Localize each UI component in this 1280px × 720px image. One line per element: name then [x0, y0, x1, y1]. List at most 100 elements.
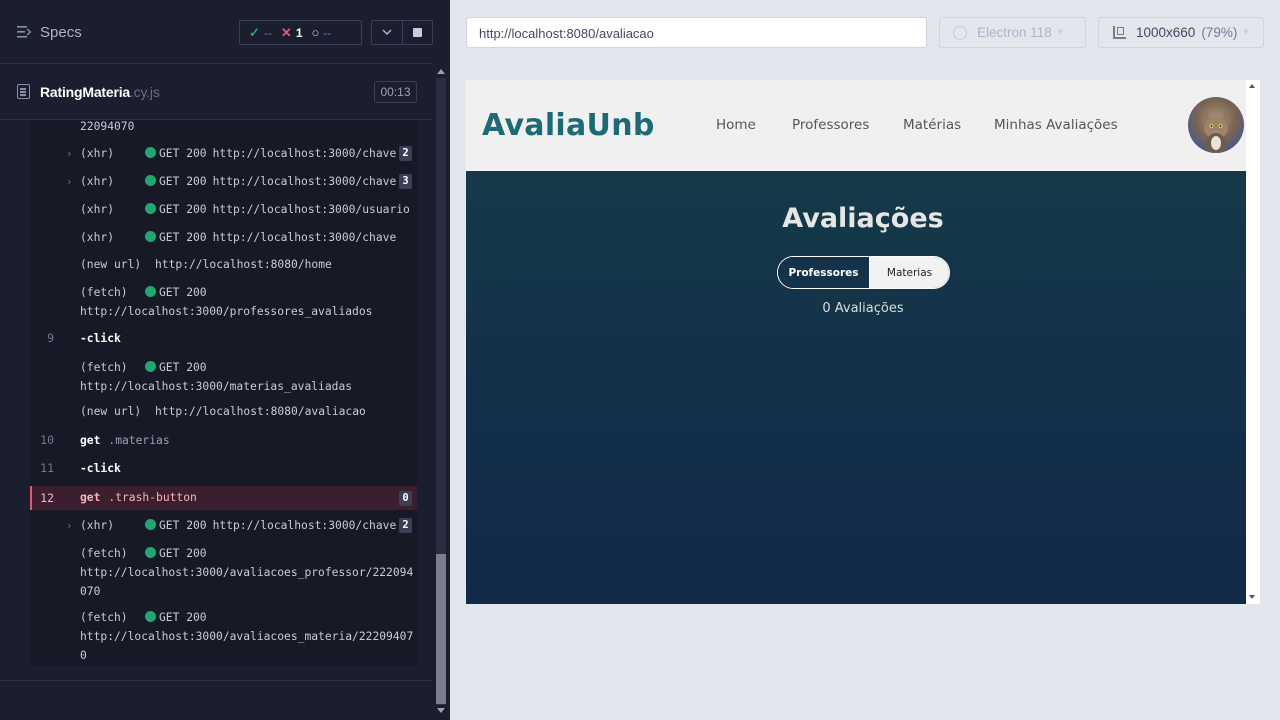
reporter-scrollbar[interactable]	[432, 64, 450, 720]
browser-selector[interactable]: Electron 118 ▾	[939, 17, 1086, 48]
command-selector: .trash-button	[108, 491, 197, 504]
command-selector: .materias	[108, 434, 170, 447]
status-dot-icon	[145, 547, 156, 558]
app-iframe: AvaliaUnb Home Professores Matérias Minh…	[466, 80, 1246, 604]
command-row[interactable]: 9 -click	[30, 329, 417, 348]
request-method: GET 200	[159, 175, 207, 188]
request-url: http://localhost:3000/chave	[212, 175, 397, 188]
chevron-down-icon: ▾	[1057, 27, 1063, 38]
log-row[interactable]: › (xhr) GET 200 http://localhost:3000/chave…	[30, 172, 417, 191]
request-status: GET 200	[145, 283, 207, 302]
scroll-down-arrow-icon[interactable]	[1249, 595, 1255, 599]
reporter-header: Specs ✓ -- ✕ 1 ○ --	[0, 0, 433, 64]
command-log-panel: Specs ✓ -- ✕ 1 ○ -- RatingMateria.cy.js …	[0, 0, 450, 720]
log-row[interactable]: (fetch) GET 200 http://localhost:3000/aval…	[30, 608, 417, 665]
expand-chevron-icon[interactable]: ›	[66, 516, 73, 535]
request-status: GET 200 http://localhost:3000/chave	[145, 144, 396, 163]
request-status: GET 200 http://localhost:3000/chave	[145, 516, 396, 535]
spec-duration: 00:13	[374, 81, 417, 103]
command-name-text: get	[80, 491, 101, 504]
failed-stat: ✕ 1	[281, 25, 303, 41]
passed-count: --	[263, 25, 272, 40]
avaliacoes-section: Avaliações Professores Materias 0 Avalia…	[466, 171, 1246, 604]
request-type: (fetch)	[80, 361, 128, 374]
log-row[interactable]: (xhr) GET 200 http://localhost:3000/usuari…	[30, 200, 417, 219]
check-icon: ✓	[249, 24, 260, 40]
log-row[interactable]: (fetch) GET 200 http://localhost:3000/aval…	[30, 544, 417, 601]
command-name-text: -click	[80, 462, 121, 475]
ruler-icon	[1113, 26, 1126, 39]
request-url: http://localhost:3000/chave	[212, 147, 397, 160]
viewport-zoom: (79%)	[1201, 25, 1238, 40]
reporter-footer	[0, 680, 432, 720]
log-row[interactable]: › (xhr) GET 200 http://localhost:3000/chave…	[30, 144, 417, 163]
request-status: GET 200	[145, 358, 207, 377]
status-dot-icon	[145, 611, 156, 622]
electron-icon	[953, 25, 967, 40]
command-row[interactable]: 12 get .trash-button 0	[30, 486, 417, 510]
log-row[interactable]: › (xhr) GET 200 http://localhost:3000/chave…	[30, 516, 417, 535]
run-controls	[371, 20, 433, 45]
request-type: (new url)	[80, 258, 142, 271]
command-name: -click	[80, 459, 121, 478]
stop-button[interactable]	[401, 21, 432, 44]
request-url: http://localhost:3000/avaliacoes_profess…	[80, 566, 414, 598]
log-row[interactable]: 22094070	[30, 120, 417, 136]
request-url: http://localhost:3000/professores_avalia…	[80, 305, 373, 318]
request-url: http://localhost:3000/usuario	[212, 203, 410, 216]
spec-header: RatingMateria.cy.js 00:13	[0, 65, 432, 120]
scroll-up-arrow-icon[interactable]	[1249, 84, 1255, 88]
collapse-button[interactable]	[372, 21, 402, 44]
professores-toggle-button[interactable]: Professores	[778, 257, 870, 288]
request-status: GET 200 http://localhost:3000/usuario	[145, 200, 410, 219]
nav-link-minhas-avaliacoes[interactable]: Minhas Avaliações	[994, 117, 1118, 133]
scroll-up-arrow-icon[interactable]	[437, 69, 445, 74]
brand-logo[interactable]: AvaliaUnb	[482, 108, 655, 143]
spec-file-name[interactable]: RatingMateria.cy.js	[40, 84, 160, 100]
x-icon: ✕	[280, 24, 292, 40]
log-row[interactable]: (fetch) GET 200 http://localhost:3000/mate…	[30, 358, 417, 396]
request-type: (fetch)	[80, 547, 128, 560]
command-name-text: -click	[80, 332, 121, 345]
log-row[interactable]: (fetch) GET 200 http://localhost:3000/prof…	[30, 283, 417, 321]
spec-extension: .cy.js	[129, 84, 160, 100]
iframe-scrollbar[interactable]	[1246, 80, 1260, 604]
browser-label: Electron 118	[977, 25, 1052, 40]
command-list: 22094070 › (xhr) GET 200 http://localhost:30…	[30, 120, 417, 666]
nav-link-materias[interactable]: Matérias	[903, 117, 961, 133]
nav-link-professores[interactable]: Professores	[792, 117, 869, 133]
log-row[interactable]: (xhr) GET 200 http://localhost:3000/chave	[30, 228, 417, 247]
nav-link-home[interactable]: Home	[716, 117, 756, 133]
materias-toggle-button[interactable]: Materias	[870, 257, 949, 288]
request-method: GET 200	[159, 147, 207, 160]
request-type: (xhr)	[80, 519, 115, 532]
scroll-down-arrow-icon[interactable]	[437, 708, 445, 713]
expand-chevron-icon[interactable]: ›	[66, 172, 73, 191]
specs-list-icon[interactable]	[17, 26, 31, 38]
request-status: GET 200	[145, 608, 207, 627]
pending-icon: ○	[311, 25, 320, 40]
request-type: (xhr)	[80, 175, 115, 188]
request-method: GET 200	[159, 519, 207, 532]
status-dot-icon	[145, 231, 156, 242]
request-status: GET 200 http://localhost:3000/chave	[145, 172, 396, 191]
request-type: (new url)	[80, 405, 142, 418]
request-method: GET 200	[159, 286, 207, 299]
log-row[interactable]: (new url) http://localhost:8080/home	[30, 255, 417, 274]
command-row[interactable]: 11 -click	[30, 459, 417, 478]
command-name: -click	[80, 329, 121, 348]
avatar[interactable]	[1188, 97, 1244, 153]
app-under-test-panel: http://localhost:8080/avaliacao Electron…	[450, 0, 1280, 720]
expand-chevron-icon[interactable]: ›	[66, 144, 73, 163]
aut-url-bar[interactable]: http://localhost:8080/avaliacao	[466, 17, 927, 48]
request-url: http://localhost:3000/chave	[212, 519, 397, 532]
pending-count: --	[323, 25, 332, 40]
log-row[interactable]: (new url) http://localhost:8080/avaliacao	[30, 402, 417, 421]
request-method: GET 200	[159, 611, 207, 624]
test-stats: ✓ -- ✕ 1 ○ --	[239, 20, 362, 45]
viewport-selector[interactable]: 1000x660 (79%) ▾	[1098, 17, 1264, 48]
command-list-area: 22094070 › (xhr) GET 200 http://localhost:30…	[0, 120, 432, 680]
specs-label[interactable]: Specs	[40, 24, 82, 41]
command-row[interactable]: 10 get .materias	[30, 431, 417, 450]
scrollbar-thumb[interactable]	[436, 554, 446, 704]
